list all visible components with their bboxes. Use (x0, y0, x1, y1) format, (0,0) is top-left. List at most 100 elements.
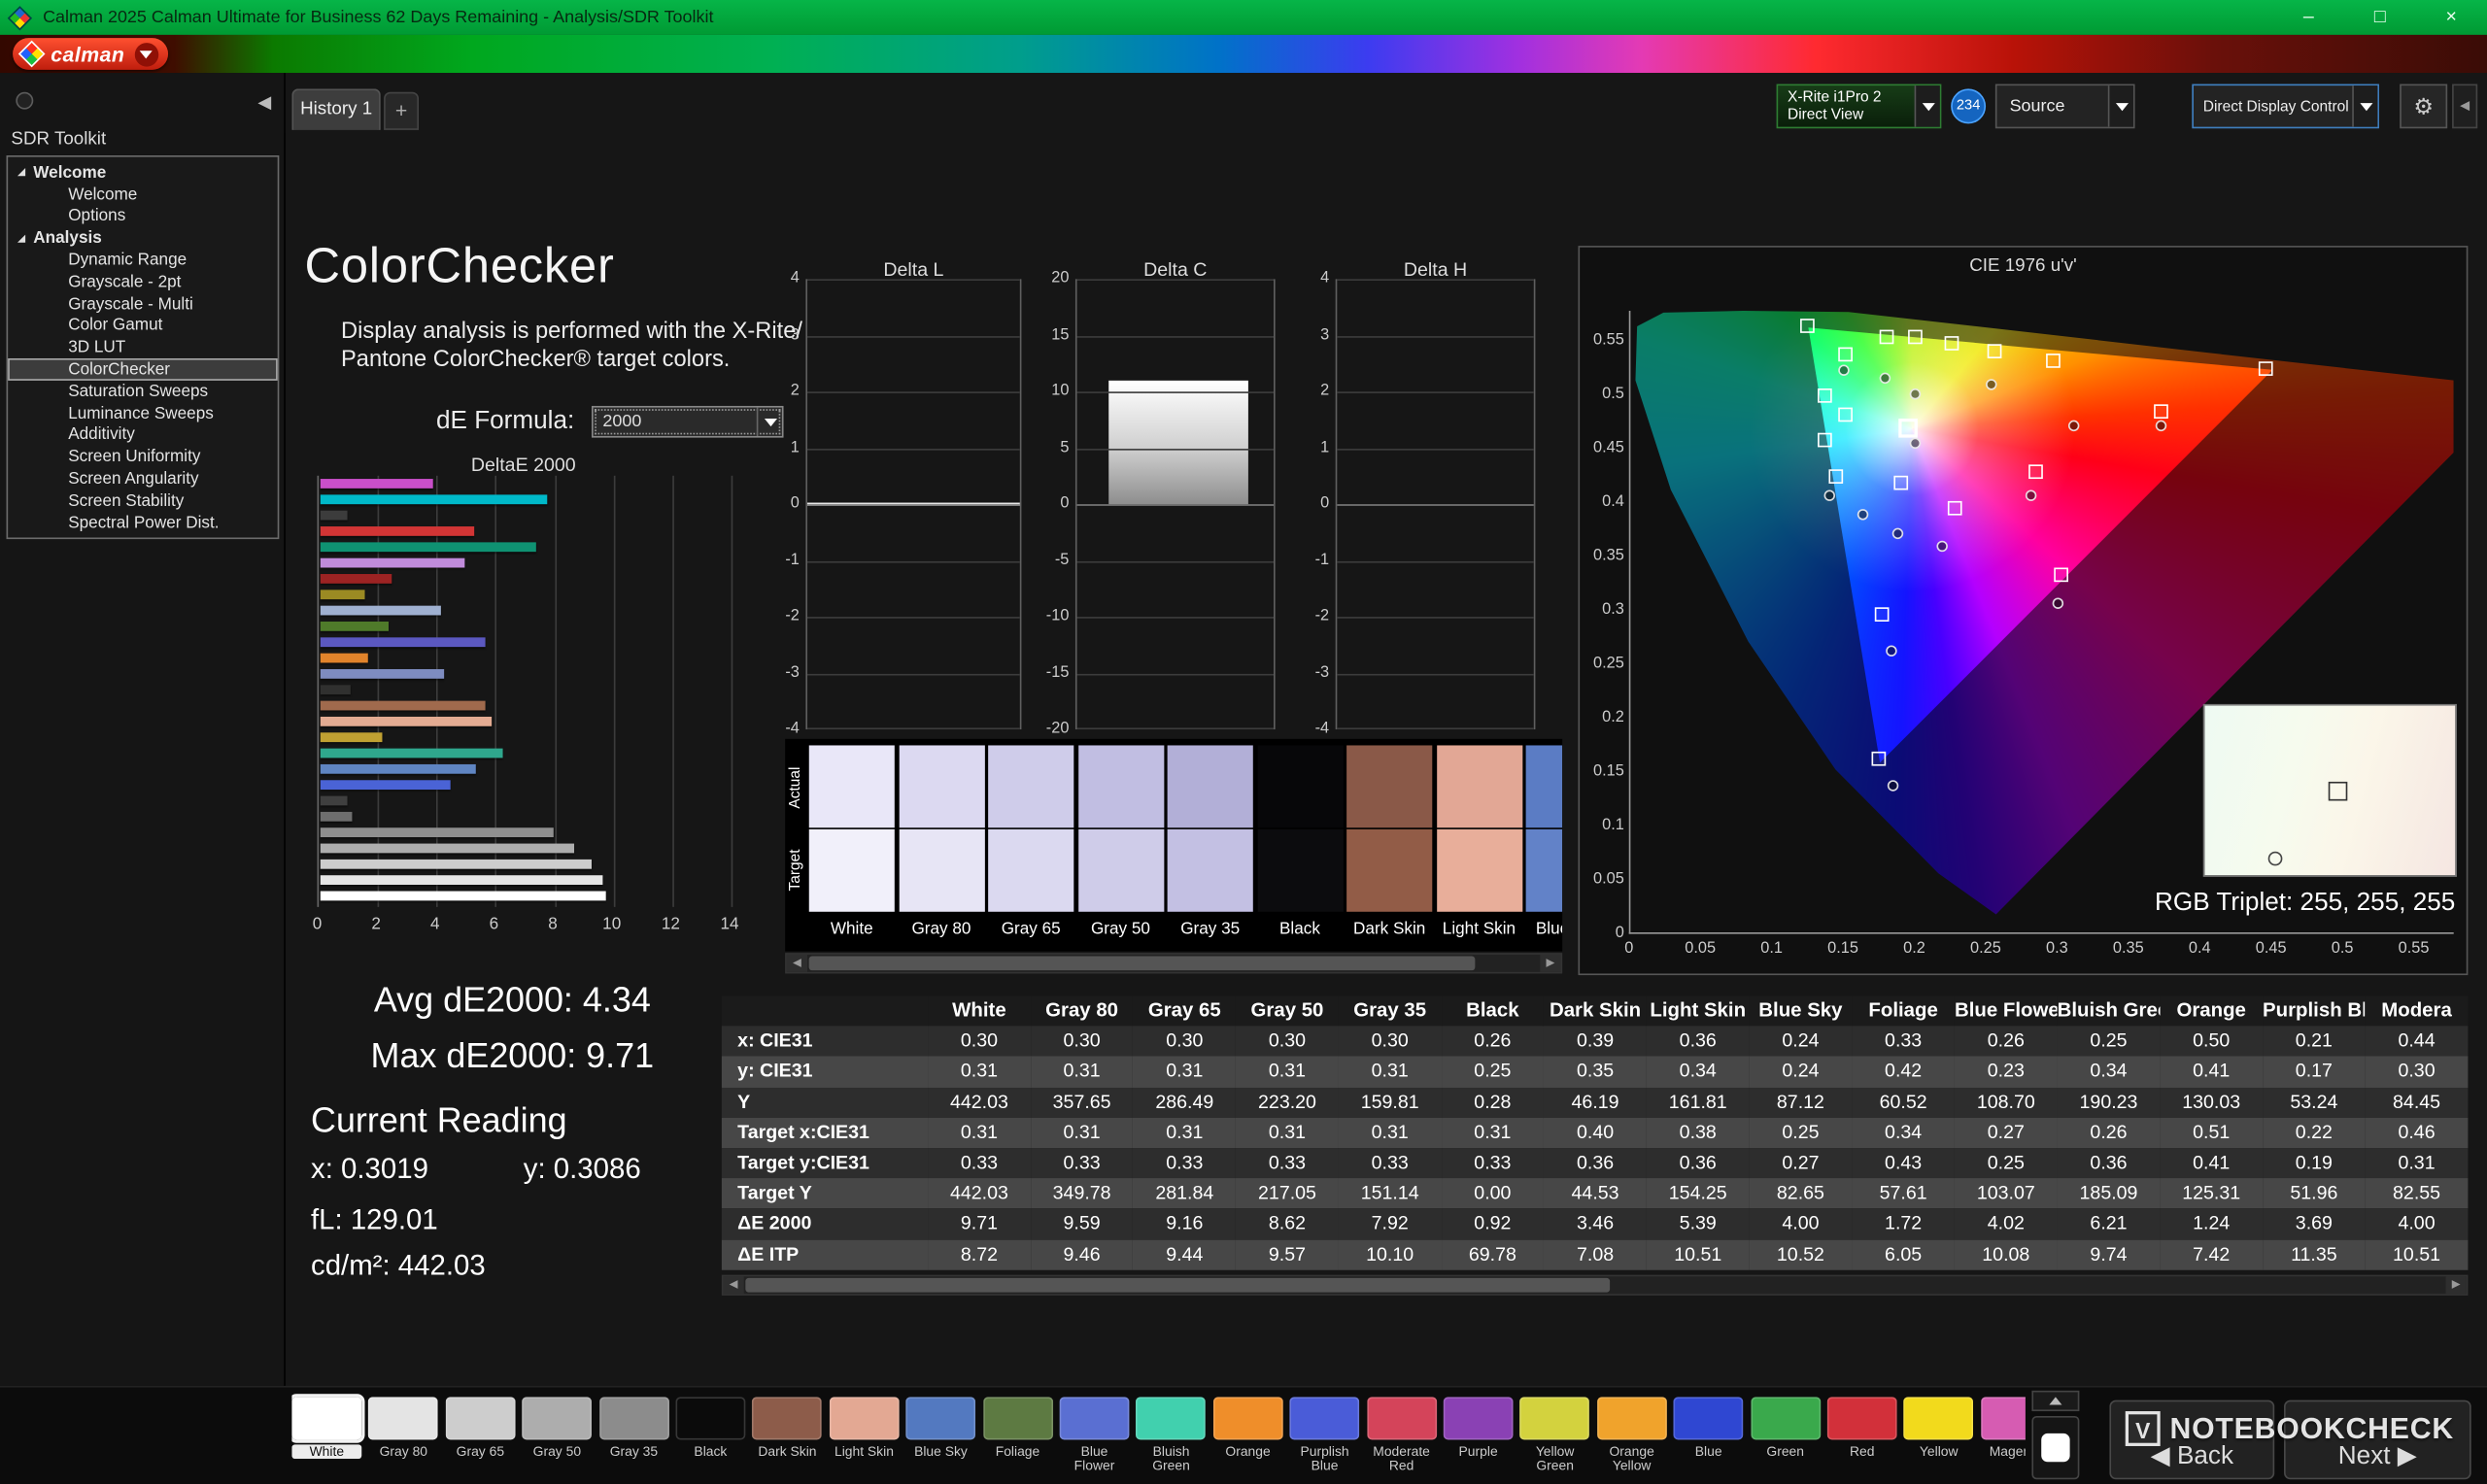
target-square-marker (1988, 344, 2002, 358)
swatch-actual[interactable] (1346, 745, 1432, 827)
swatch-target[interactable] (1436, 829, 1521, 912)
scroll-left-icon[interactable]: ◀ (787, 955, 807, 972)
source-dropdown[interactable]: Source (1995, 84, 2135, 129)
swatch-target[interactable] (899, 829, 984, 912)
meter-dropdown[interactable]: X-Rite i1Pro 2 Direct View (1777, 84, 1942, 129)
tree-item-3d-lut[interactable]: 3D LUT (8, 337, 278, 359)
tree-item-saturation-sweeps[interactable]: Saturation Sweeps (8, 381, 278, 403)
scrollbar-thumb[interactable] (809, 956, 1476, 970)
tab-history-1[interactable]: History 1 (291, 88, 380, 129)
tree-section-welcome[interactable]: Welcome (8, 162, 278, 185)
scrollbar-thumb[interactable] (745, 1278, 1610, 1293)
swatch-target[interactable] (1257, 829, 1343, 912)
chevron-down-icon (140, 50, 153, 57)
patch-button-gray-50[interactable]: Gray 50 (522, 1394, 592, 1476)
patch-button-white[interactable]: White (291, 1394, 361, 1476)
swatch-actual[interactable] (1077, 745, 1163, 827)
swatch-target[interactable] (1168, 829, 1253, 912)
patch-button-yellow[interactable]: Yellow (1904, 1394, 1974, 1476)
panel-collapse-icon[interactable]: ◀ (2452, 84, 2477, 129)
patch-label: Gray 80 (368, 1444, 438, 1459)
swatch-target[interactable] (988, 829, 1073, 912)
titlebar[interactable]: Calman 2025 Calman Ultimate for Business… (0, 0, 2487, 35)
tree-item-additivity[interactable]: Additivity (8, 424, 278, 447)
expand-patches-button[interactable] (2031, 1391, 2079, 1411)
patch-button-light-skin[interactable]: Light Skin (830, 1394, 900, 1476)
tree-item-welcome[interactable]: Welcome (8, 184, 278, 206)
swatch-actual[interactable] (1168, 745, 1253, 827)
scroll-right-icon[interactable]: ▶ (2446, 1276, 2467, 1294)
patch-button-gray-65[interactable]: Gray 65 (445, 1394, 515, 1476)
meter-read-count-badge[interactable]: 234 (1951, 88, 1986, 123)
de-formula-label: dE Formula: (436, 408, 574, 436)
patch-color-swatch (906, 1397, 976, 1439)
patch-button-orange[interactable]: Orange (1213, 1394, 1283, 1476)
tree-item-screen-stability[interactable]: Screen Stability (8, 489, 278, 512)
calman-logo[interactable]: calman (13, 38, 167, 70)
minimize-button[interactable]: – (2273, 0, 2344, 35)
swatch-target[interactable] (1077, 829, 1163, 912)
gear-icon[interactable]: ⚙ (2400, 84, 2447, 129)
axis-tick-label: -10 (1031, 607, 1069, 624)
patch-button-yellow-green[interactable]: Yellow Green (1520, 1394, 1590, 1476)
swatch-actual[interactable] (1526, 745, 1563, 827)
swatch-actual[interactable] (899, 745, 984, 827)
swatch-actual[interactable] (1436, 745, 1521, 827)
gridline (1337, 617, 1533, 619)
tree-item-options[interactable]: Options (8, 206, 278, 228)
patch-button-blue[interactable]: Blue (1674, 1394, 1744, 1476)
patch-button-gray-80[interactable]: Gray 80 (368, 1394, 438, 1476)
patch-button-moderate-red[interactable]: Moderate Red (1367, 1394, 1437, 1476)
calman-menu-button[interactable] (134, 42, 157, 65)
display-control-dropdown[interactable]: Direct Display Control (2192, 84, 2379, 129)
tree-item-screen-uniformity[interactable]: Screen Uniformity (8, 446, 278, 468)
swatch-strip-scrollbar[interactable]: ◀ ▶ (785, 953, 1562, 973)
back-button[interactable]: ◀ Back (2109, 1400, 2274, 1480)
swatch-target[interactable] (1346, 829, 1432, 912)
close-button[interactable]: × (2416, 0, 2487, 35)
table-cell: 0.30 (2366, 1057, 2469, 1087)
de-formula-dropdown[interactable]: 2000 (592, 406, 784, 438)
patch-button-dark-skin[interactable]: Dark Skin (753, 1394, 823, 1476)
patch-button-orange-yellow[interactable]: Orange Yellow (1597, 1394, 1667, 1476)
patch-button-red[interactable]: Red (1827, 1394, 1897, 1476)
tree-item-color-gamut[interactable]: Color Gamut (8, 315, 278, 337)
tree-item-colorchecker[interactable]: ColorChecker (8, 358, 278, 381)
patch-button-purple[interactable]: Purple (1444, 1394, 1514, 1476)
add-tab-button[interactable]: + (384, 92, 419, 130)
scroll-left-icon[interactable]: ◀ (723, 1276, 743, 1294)
table-cell: 87.12 (1750, 1087, 1853, 1117)
swatch-target[interactable] (809, 829, 895, 912)
tree-item-grayscale-2pt[interactable]: Grayscale - 2pt (8, 271, 278, 293)
swatch-target[interactable] (1526, 829, 1563, 912)
tree-item-screen-angularity[interactable]: Screen Angularity (8, 468, 278, 490)
patch-button-purplish-blue[interactable]: Purplish Blue (1290, 1394, 1360, 1476)
sidebar-collapse-icon[interactable]: ◀ (257, 92, 271, 113)
tree-item-spectral-power-dist-[interactable]: Spectral Power Dist. (8, 512, 278, 534)
patch-button-blue-sky[interactable]: Blue Sky (906, 1394, 976, 1476)
swatch-label: Blue Sky (1526, 920, 1563, 939)
tree-item-luminance-sweeps[interactable]: Luminance Sweeps (8, 402, 278, 424)
patch-button-magenta[interactable]: Magenta (1981, 1394, 2026, 1476)
patch-button-bluish-green[interactable]: Bluish Green (1137, 1394, 1207, 1476)
next-button[interactable]: Next ▶ (2284, 1400, 2471, 1480)
patch-button-green[interactable]: Green (1751, 1394, 1821, 1476)
tree-item-grayscale-multi[interactable]: Grayscale - Multi (8, 293, 278, 316)
axis-tick-label: 10 (1031, 382, 1069, 399)
swatch-actual[interactable] (988, 745, 1073, 827)
patch-label: Orange (1213, 1444, 1283, 1459)
maximize-button[interactable]: □ (2344, 0, 2415, 35)
workflow-status-icon[interactable] (16, 92, 33, 110)
patch-button-gray-35[interactable]: Gray 35 (598, 1394, 668, 1476)
swatch-actual[interactable] (1257, 745, 1343, 827)
patch-button-foliage[interactable]: Foliage (983, 1394, 1053, 1476)
patch-button-black[interactable]: Black (676, 1394, 746, 1476)
patch-button-blue-flower[interactable]: Blue Flower (1060, 1394, 1130, 1476)
display-window-button[interactable] (2031, 1416, 2079, 1479)
table-scrollbar[interactable]: ◀ ▶ (722, 1275, 2469, 1296)
swatch-actual[interactable] (809, 745, 895, 827)
tree-section-analysis[interactable]: Analysis (8, 227, 278, 250)
scroll-right-icon[interactable]: ▶ (1540, 955, 1560, 972)
tree-item-dynamic-range[interactable]: Dynamic Range (8, 250, 278, 272)
gridline (1077, 448, 1274, 450)
